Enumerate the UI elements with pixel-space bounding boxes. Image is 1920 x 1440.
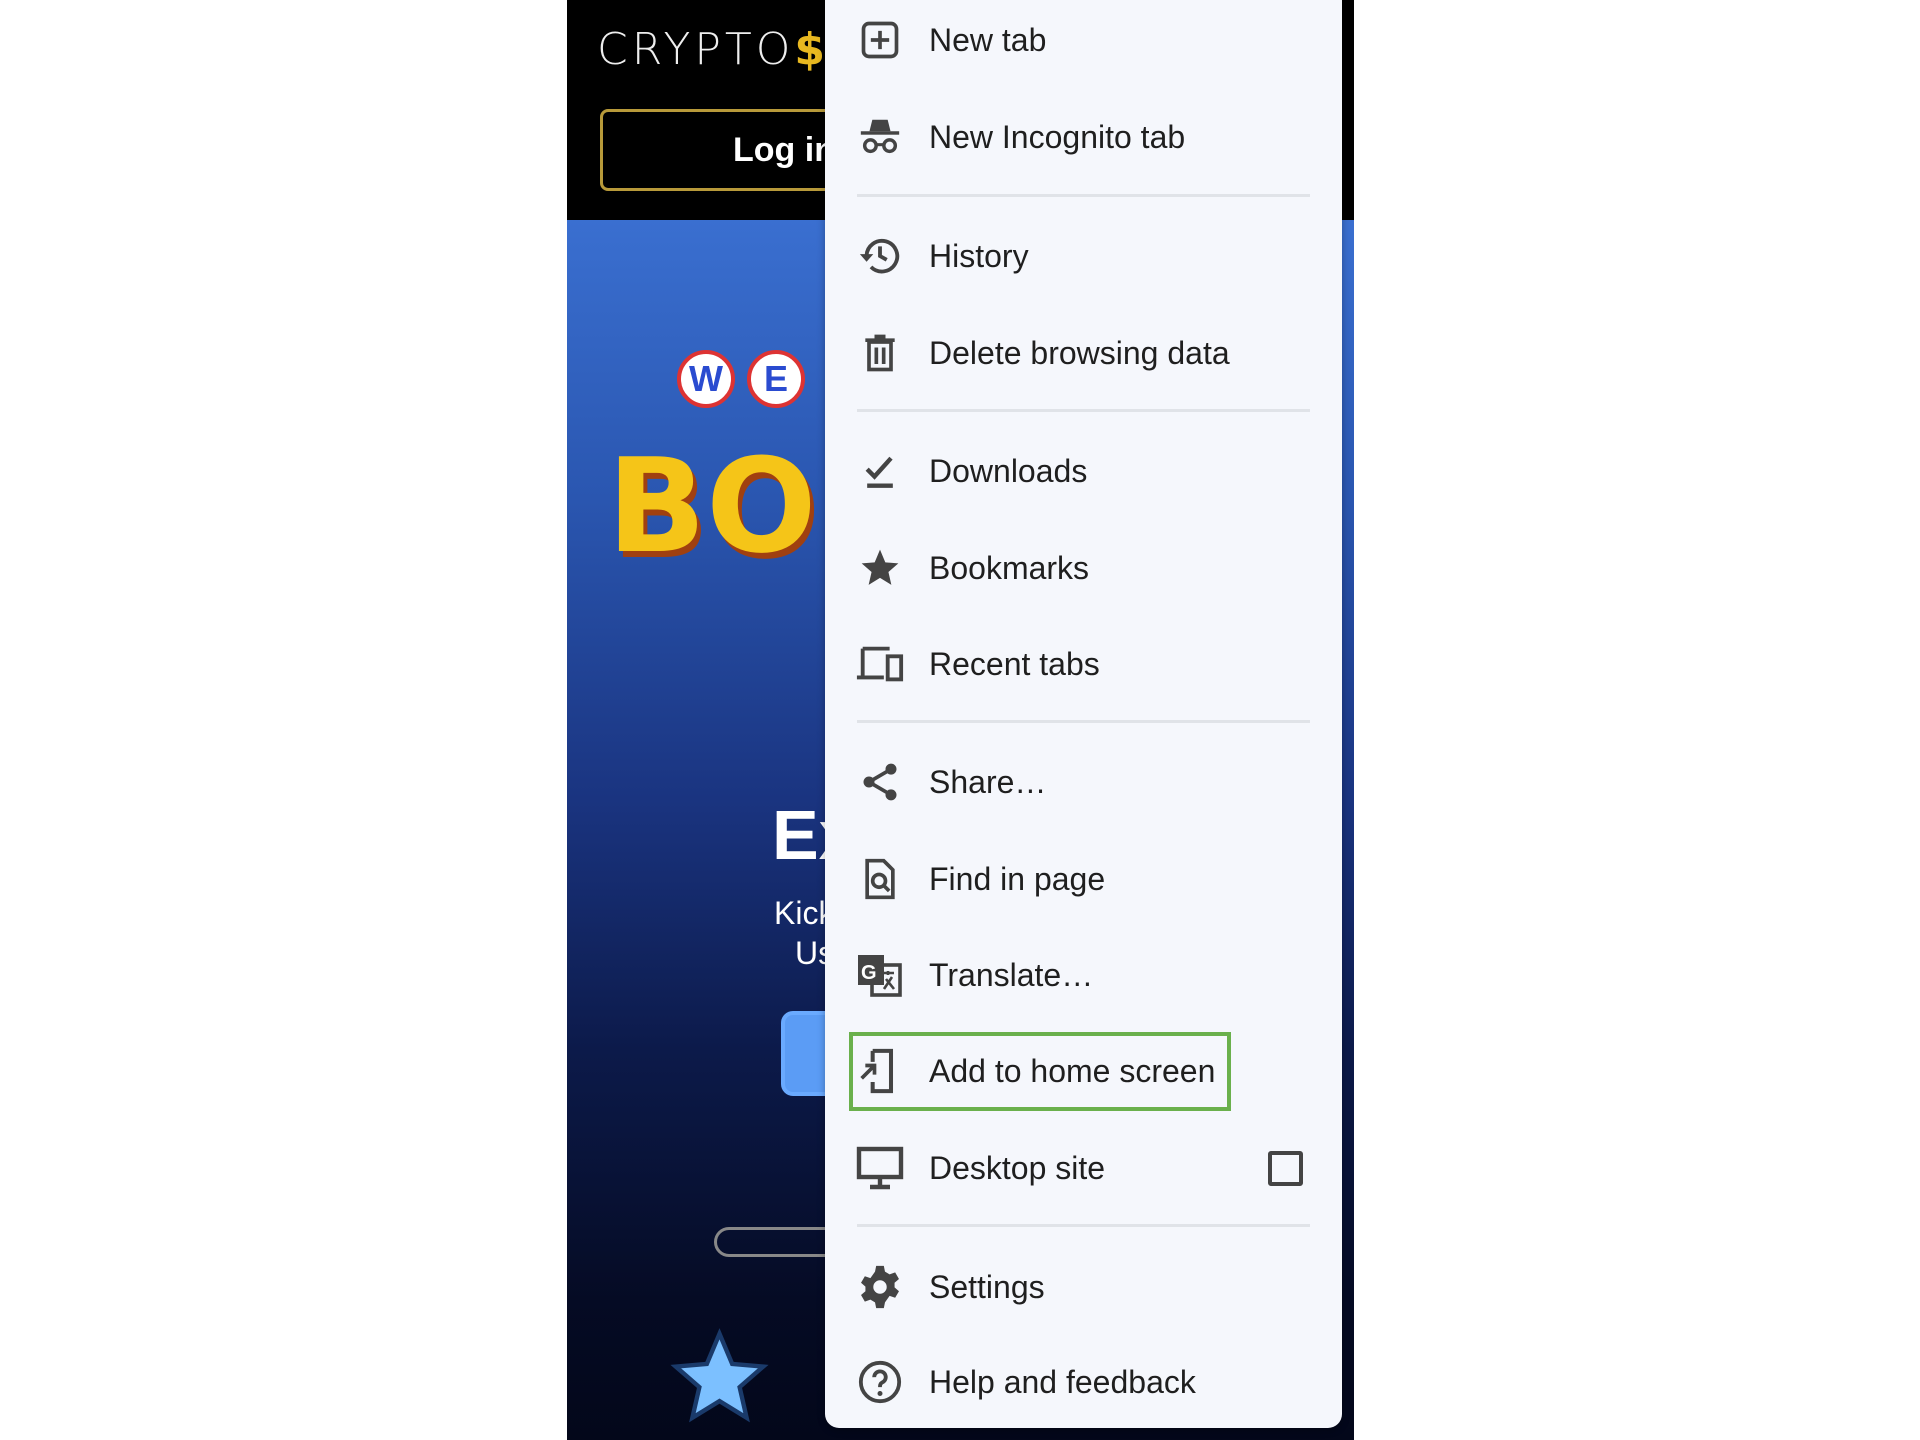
- menu-item-label: Downloads: [929, 452, 1088, 489]
- logo-text: CRYPTO: [597, 24, 795, 75]
- menu-item-label: Settings: [929, 1268, 1045, 1305]
- menu-item-label: Recent tabs: [929, 645, 1100, 682]
- menu-item-delete-browsing-data[interactable]: Delete browsing data: [825, 305, 1342, 401]
- menu-item-label: Find in page: [929, 860, 1106, 897]
- menu-item-translate[interactable]: G Translate…: [825, 927, 1342, 1023]
- menu-item-help-and-feedback[interactable]: Help and feedback: [825, 1334, 1342, 1430]
- menu-item-share[interactable]: Share…: [825, 734, 1342, 830]
- menu-item-new-tab[interactable]: New tab: [825, 0, 1342, 88]
- star-icon: [667, 1325, 772, 1430]
- trash-icon: [855, 328, 905, 378]
- menu-divider: [857, 1224, 1310, 1227]
- menu-item-add-to-home-screen[interactable]: Add to home screen: [825, 1023, 1342, 1119]
- menu-item-history[interactable]: History: [825, 208, 1342, 304]
- menu-item-downloads[interactable]: Downloads: [825, 423, 1342, 519]
- incognito-icon: [855, 112, 905, 162]
- menu-divider: [857, 720, 1310, 723]
- menu-item-label: Delete browsing data: [929, 334, 1230, 371]
- add-to-home-icon: [855, 1046, 905, 1096]
- logo-symbol: $: [794, 24, 830, 75]
- svg-text:G: G: [861, 962, 877, 984]
- find-in-page-icon: [855, 854, 905, 904]
- devices-icon: [855, 639, 905, 689]
- browser-overflow-menu: New tab New Incognito tab History Delete…: [825, 0, 1342, 1428]
- menu-item-label: Bookmarks: [929, 549, 1090, 586]
- menu-item-label: New Incognito tab: [929, 118, 1186, 155]
- share-icon: [855, 757, 905, 807]
- menu-divider: [857, 409, 1310, 412]
- menu-item-bookmarks[interactable]: Bookmarks: [825, 520, 1342, 616]
- menu-item-find-in-page[interactable]: Find in page: [825, 831, 1342, 927]
- menu-item-label: New tab: [929, 21, 1047, 58]
- translate-icon: G: [855, 950, 905, 1000]
- history-icon: [855, 231, 905, 281]
- menu-item-recent-tabs[interactable]: Recent tabs: [825, 616, 1342, 712]
- menu-item-label: History: [929, 237, 1029, 274]
- menu-item-settings[interactable]: Settings: [825, 1239, 1342, 1335]
- menu-item-label: Desktop site: [929, 1149, 1106, 1186]
- new-tab-icon: [855, 15, 905, 65]
- menu-item-label: Help and feedback: [929, 1363, 1196, 1400]
- site-logo[interactable]: CRYPTO$: [597, 24, 829, 75]
- banner-letter: W: [677, 350, 735, 408]
- download-done-icon: [855, 446, 905, 496]
- menu-item-desktop-site[interactable]: Desktop site: [825, 1120, 1342, 1216]
- menu-item-new-incognito-tab[interactable]: New Incognito tab: [825, 89, 1342, 185]
- help-icon: [855, 1357, 905, 1407]
- menu-divider: [857, 194, 1310, 197]
- menu-item-label: Translate…: [929, 956, 1094, 993]
- gear-icon: [855, 1262, 905, 1312]
- desktop-icon: [855, 1143, 905, 1193]
- desktop-site-checkbox[interactable]: [1268, 1150, 1303, 1186]
- banner-text: BO: [607, 430, 817, 582]
- star-icon: [855, 543, 905, 593]
- menu-item-label: Add to home screen: [929, 1052, 1216, 1089]
- menu-item-label: Share…: [929, 763, 1047, 800]
- banner-letter: E: [747, 350, 805, 408]
